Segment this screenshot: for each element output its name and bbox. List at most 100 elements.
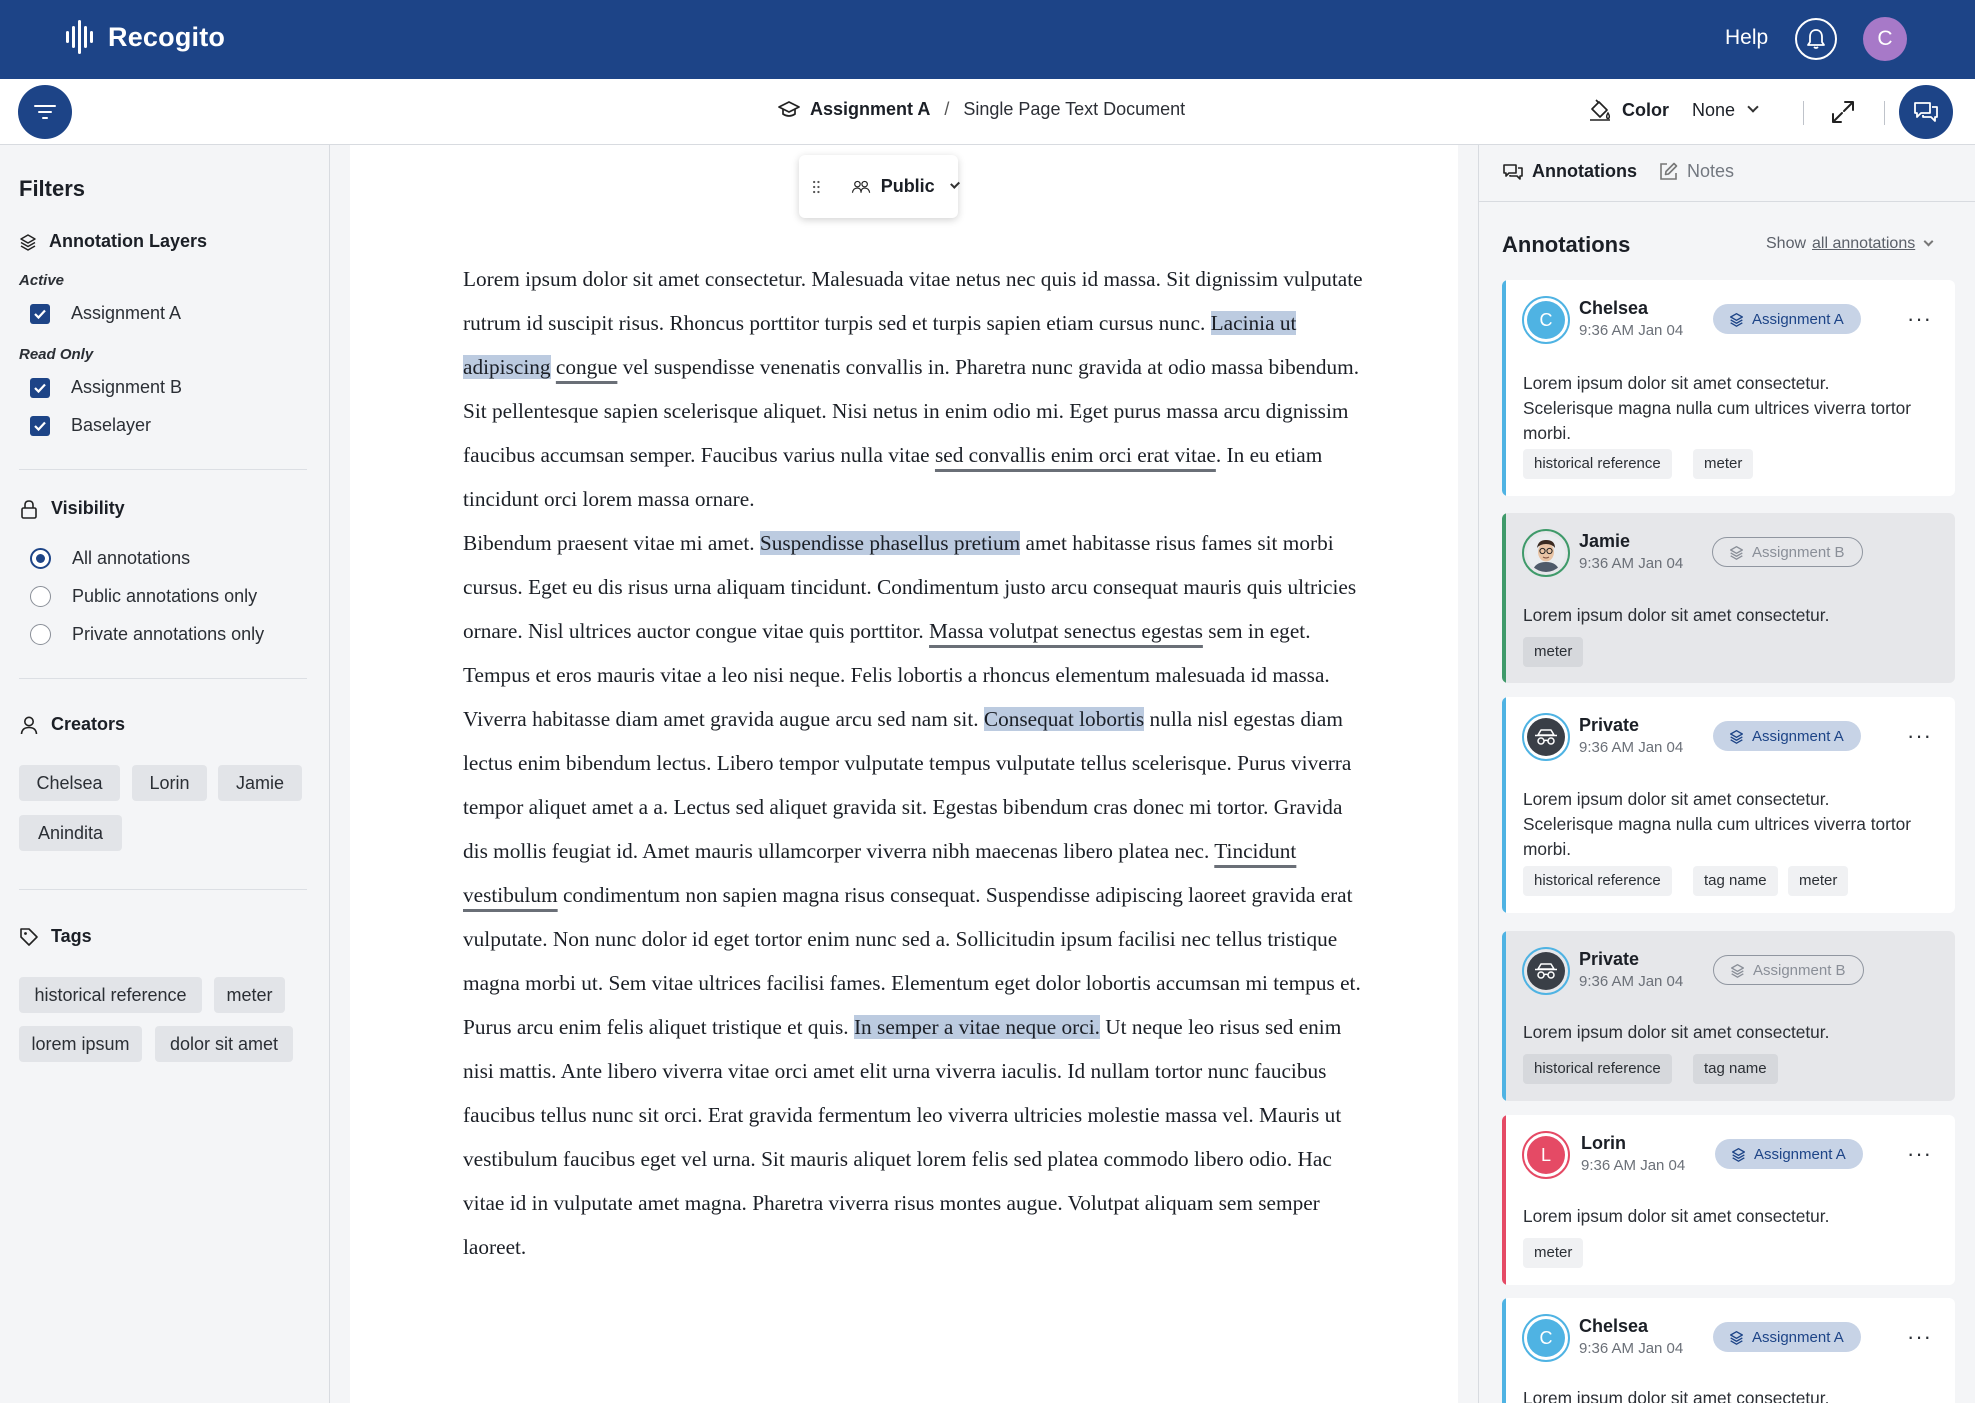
radio-unselected[interactable] bbox=[30, 624, 51, 645]
checkbox-checked[interactable] bbox=[30, 415, 50, 436]
annotation-author: Chelsea bbox=[1579, 298, 1649, 318]
annotation-tag[interactable]: meter bbox=[1523, 1238, 1584, 1268]
layer-badge: Assignment B bbox=[1712, 537, 1863, 567]
layer-label: Assignment A bbox=[71, 303, 182, 323]
annotation-card[interactable]: L Lorin 9:36 AM Jan 04 Assignment A ··· … bbox=[1502, 1115, 1955, 1285]
more-options-icon[interactable]: ··· bbox=[1907, 723, 1932, 749]
drag-handle-icon[interactable] bbox=[812, 177, 821, 197]
more-options-icon[interactable]: ··· bbox=[1907, 1141, 1932, 1167]
user-avatar[interactable]: C bbox=[1863, 17, 1907, 61]
creators-label: Creators bbox=[51, 714, 126, 734]
tag-chip[interactable]: lorem ipsum bbox=[19, 1026, 142, 1062]
annotation-card[interactable]: Private 9:36 AM Jan 04 Assignment A ··· … bbox=[1502, 697, 1955, 913]
layer-label: Assignment B bbox=[71, 377, 183, 397]
show-value[interactable]: all annotations bbox=[1812, 235, 1915, 253]
radio-unselected[interactable] bbox=[30, 586, 51, 607]
underlined-annotation[interactable]: congue bbox=[556, 355, 618, 379]
layer-checkbox-assignment-b[interactable]: Assignment B bbox=[30, 377, 182, 398]
creator-chip[interactable]: Lorin bbox=[132, 765, 207, 801]
annotation-timestamp: 9:36 AM Jan 04 bbox=[1579, 739, 1684, 756]
layers-icon bbox=[1730, 729, 1743, 744]
radio-selected[interactable] bbox=[30, 548, 51, 569]
annotations-panel: Annotations Notes Annotations Show all a… bbox=[1478, 145, 1975, 1403]
breadcrumb-assignment[interactable]: Assignment A bbox=[810, 99, 930, 120]
tag-icon bbox=[20, 927, 38, 946]
annotation-body: Lorem ipsum dolor sit amet consectetur. … bbox=[1523, 789, 1912, 859]
annotation-tag[interactable]: meter bbox=[1788, 866, 1849, 896]
show-label: Show bbox=[1766, 235, 1807, 252]
tab-label: Annotations bbox=[1532, 161, 1637, 181]
comments-icon bbox=[1914, 102, 1938, 122]
app-logo[interactable]: Recogito bbox=[66, 20, 225, 54]
chevron-down-icon[interactable] bbox=[949, 178, 960, 189]
color-value[interactable]: None bbox=[1692, 100, 1735, 121]
top-app-bar: Recogito Help C bbox=[0, 0, 1975, 79]
tab-notes[interactable]: Notes bbox=[1659, 161, 1734, 182]
tag-chip[interactable]: historical reference bbox=[19, 977, 202, 1013]
annotations-panel-toggle-button[interactable] bbox=[1899, 85, 1953, 139]
card-accent-bar bbox=[1502, 931, 1506, 1101]
annotation-card[interactable]: Private 9:36 AM Jan 04 Assignment B Lore… bbox=[1502, 931, 1955, 1101]
notifications-button[interactable] bbox=[1795, 18, 1837, 60]
incognito-icon bbox=[1535, 963, 1557, 979]
annotation-author: Private bbox=[1579, 949, 1640, 969]
text-run: Bibendum praesent vitae mi amet. bbox=[463, 531, 760, 555]
chevron-down-icon bbox=[1747, 101, 1759, 113]
annotation-tag[interactable]: tag name bbox=[1693, 866, 1778, 896]
read-only-label: Read Only bbox=[19, 346, 94, 363]
layer-badge: Assignment B bbox=[1713, 955, 1864, 985]
layer-checkbox-baselayer[interactable]: Baselayer bbox=[30, 415, 151, 436]
layer-checkbox-assignment-a[interactable]: Assignment A bbox=[30, 303, 181, 324]
creator-chip[interactable]: Jamie bbox=[218, 765, 302, 801]
underlined-annotation[interactable]: Massa volutpat senectus egestas bbox=[929, 619, 1203, 643]
highlighted-annotation[interactable]: Consequat lobortis bbox=[983, 707, 1145, 731]
card-accent-bar bbox=[1502, 1298, 1506, 1403]
tag-chip[interactable]: meter bbox=[214, 977, 285, 1013]
annotation-body: Lorem ipsum dolor sit amet consectetur. bbox=[1523, 1022, 1830, 1042]
layers-icon bbox=[1731, 963, 1744, 978]
annotation-author: Lorin bbox=[1581, 1133, 1626, 1153]
annotation-tag[interactable]: meter bbox=[1693, 449, 1754, 479]
annotation-tag[interactable]: historical reference bbox=[1523, 449, 1672, 479]
creator-chip[interactable]: Anindita bbox=[19, 815, 122, 851]
annotation-tag[interactable]: tag name bbox=[1693, 1054, 1778, 1084]
visibility-option-all[interactable]: All annotations bbox=[30, 548, 190, 569]
annotation-author: Jamie bbox=[1579, 531, 1631, 551]
more-options-icon[interactable]: ··· bbox=[1907, 306, 1932, 332]
divider bbox=[1803, 101, 1804, 125]
visibility-option-private[interactable]: Private annotations only bbox=[30, 624, 264, 645]
color-selector[interactable]: Color None bbox=[1588, 99, 1759, 121]
annotation-body: Lorem ipsum dolor sit amet consectetur. … bbox=[1523, 373, 1912, 443]
help-link[interactable]: Help bbox=[1725, 26, 1768, 50]
tag-chip[interactable]: dolor sit amet bbox=[155, 1026, 293, 1062]
annotations-title: Annotations bbox=[1502, 232, 1631, 257]
highlighted-annotation[interactable]: In semper a vitae neque orci. bbox=[853, 1015, 1100, 1039]
show-filter-dropdown[interactable]: Show all annotations bbox=[1766, 235, 1934, 253]
annotation-tag[interactable]: historical reference bbox=[1523, 866, 1672, 896]
highlighted-annotation[interactable]: Suspendisse phasellus pretium bbox=[759, 531, 1021, 555]
breadcrumb-separator: / bbox=[944, 99, 950, 119]
creator-chip[interactable]: Chelsea bbox=[19, 765, 120, 801]
annotation-card[interactable]: C Chelsea 9:36 AM Jan 04 Assignment A ··… bbox=[1502, 280, 1955, 496]
annotation-tag[interactable]: meter bbox=[1523, 637, 1584, 667]
card-accent-bar bbox=[1502, 280, 1506, 496]
annotation-tag[interactable]: historical reference bbox=[1523, 1054, 1672, 1084]
annotation-card[interactable]: C Chelsea 9:36 AM Jan 04 Assignment A ··… bbox=[1502, 1298, 1955, 1403]
checkbox-checked[interactable] bbox=[30, 303, 50, 324]
underlined-annotation[interactable]: sed convallis enim orci erat vitae bbox=[935, 443, 1216, 467]
more-options-icon[interactable]: ··· bbox=[1907, 1324, 1932, 1350]
logo-icon bbox=[66, 20, 96, 54]
layers-icon bbox=[1730, 1330, 1743, 1345]
filter-toggle-button[interactable] bbox=[18, 85, 72, 139]
breadcrumb-document: Single Page Text Document bbox=[963, 99, 1186, 119]
expand-icon[interactable] bbox=[1830, 99, 1856, 125]
tab-annotations[interactable]: Annotations bbox=[1503, 161, 1637, 182]
privacy-value[interactable]: Public bbox=[881, 176, 935, 197]
annotation-timestamp: 9:36 AM Jan 04 bbox=[1579, 973, 1684, 990]
checkbox-checked[interactable] bbox=[30, 377, 50, 398]
layers-icon bbox=[1730, 545, 1743, 560]
annotation-card[interactable]: Jamie 9:36 AM Jan 04 Assignment B Lorem … bbox=[1502, 513, 1955, 683]
visibility-option-public[interactable]: Public annotations only bbox=[30, 586, 257, 607]
avatar-initial: C bbox=[1539, 309, 1553, 330]
annotation-timestamp: 9:36 AM Jan 04 bbox=[1579, 1340, 1684, 1357]
